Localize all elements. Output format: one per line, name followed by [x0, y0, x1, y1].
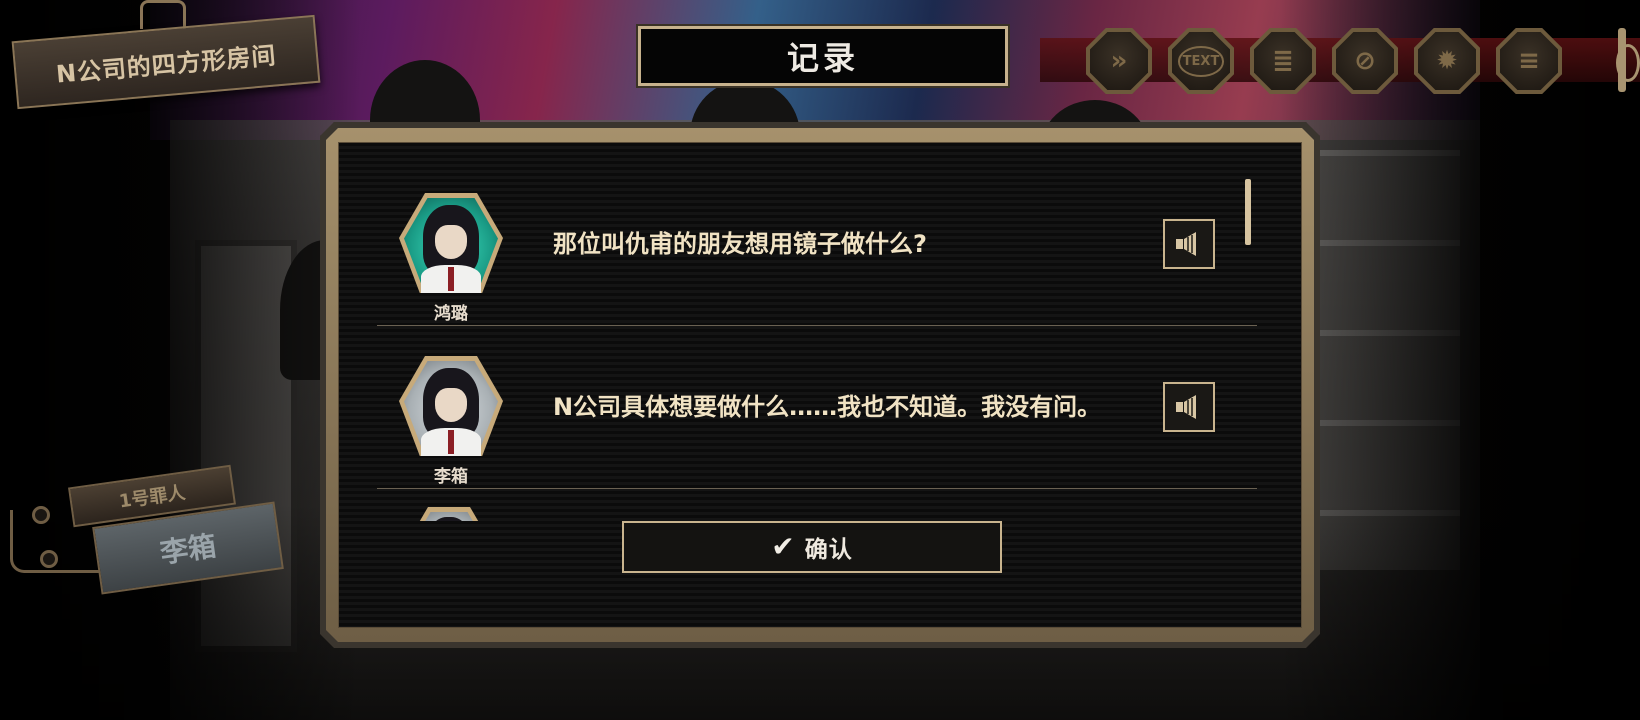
plate-ornament: [140, 0, 186, 29]
menu-button[interactable]: ≡: [1496, 28, 1562, 94]
prisoner-number: 1号罪人: [117, 482, 187, 513]
fast-forward-button[interactable]: »: [1086, 28, 1152, 94]
gear-icon: ✹: [1436, 46, 1458, 76]
log-entry: 李箱 N公司具体想要做什么……我也不知道。我没有问。: [377, 326, 1257, 489]
log-text: 那位叫仇甫的朋友想用镜子做什么?: [553, 163, 1113, 325]
location-name: N公司的四方形房间: [54, 40, 278, 89]
check-icon: ✔: [771, 530, 795, 563]
avatar: [399, 356, 503, 456]
log-title: 记录: [786, 39, 859, 77]
log-list[interactable]: 鸿璐 那位叫仇甫的朋友想用镜子做什么? 李箱 N公司具体想要做什么……我也不知道…: [377, 163, 1257, 521]
menu-icon: ≡: [1518, 46, 1540, 76]
confirm-button[interactable]: ✔ 确认: [622, 521, 1002, 573]
speaker-name: 李箱: [434, 467, 468, 487]
text-icon: TEXT: [1177, 45, 1225, 77]
prisoner-name: 李箱: [158, 529, 219, 570]
speaker-icon: [1174, 231, 1204, 257]
replay-voice-button[interactable]: [1163, 382, 1215, 432]
speaker-block: 鸿璐: [399, 193, 503, 324]
log-title-banner: 记录: [638, 26, 1008, 86]
tag-knob: [40, 550, 58, 568]
skip-disabled-button[interactable]: ⊘: [1332, 28, 1398, 94]
avatar: [399, 193, 503, 293]
text-button[interactable]: TEXT: [1168, 28, 1234, 94]
fast-forward-icon: »: [1110, 46, 1128, 76]
log-text-content: 那位叫仇甫的朋友想用镜子做什么?: [553, 230, 927, 258]
log-entry: 鸿璐 那位叫仇甫的朋友想用镜子做什么?: [377, 163, 1257, 326]
speaker-name: 鸿璐: [434, 304, 468, 324]
replay-voice-button[interactable]: [1163, 219, 1215, 269]
log-text-content: N公司具体想要做什么……我也不知道。我没有问。: [553, 393, 1102, 421]
prisoner-tag: 1号罪人 李箱: [0, 464, 290, 600]
log-button[interactable]: ≣: [1250, 28, 1316, 94]
top-toolbar: » TEXT ≣ ⊘ ✹ ≡: [1086, 28, 1562, 94]
log-entry-partial: [377, 489, 1257, 521]
speaker-block: 李箱: [399, 356, 503, 487]
rail-ring: [1616, 44, 1640, 82]
notebook-icon: ≣: [1272, 46, 1294, 76]
speaker-icon: [1174, 394, 1204, 420]
tag-knob: [32, 506, 50, 524]
log-scrollbar[interactable]: [1245, 179, 1251, 245]
settings-button[interactable]: ✹: [1414, 28, 1480, 94]
prohibited-icon: ⊘: [1354, 46, 1376, 76]
avatar-partial: [407, 507, 491, 521]
confirm-label: 确认: [804, 537, 853, 563]
log-text: N公司具体想要做什么……我也不知道。我没有问。: [553, 326, 1113, 488]
log-dialog: 鸿璐 那位叫仇甫的朋友想用镜子做什么? 李箱 N公司具体想要做什么……我也不知道…: [320, 122, 1320, 648]
dialog-inner: 鸿璐 那位叫仇甫的朋友想用镜子做什么? 李箱 N公司具体想要做什么……我也不知道…: [338, 142, 1302, 628]
